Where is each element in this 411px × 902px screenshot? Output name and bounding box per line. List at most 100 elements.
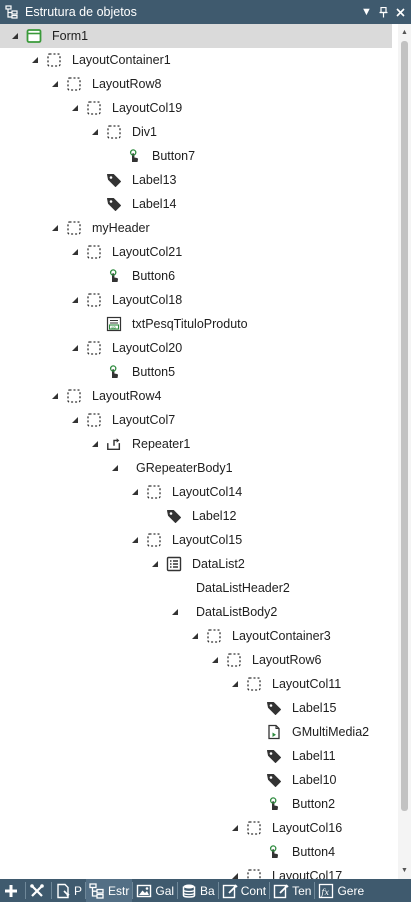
tree-node-label: GMultiMedia2 [292,725,370,739]
layout-icon [146,532,162,548]
expand-collapse-icon[interactable] [150,559,160,569]
tree-node[interactable]: Button2 [0,792,398,816]
tree-node-label: LayoutCol18 [112,293,183,307]
scroll-down-icon[interactable]: ▼ [398,864,411,876]
tree-node[interactable]: LayoutCol17 [0,864,398,879]
close-icon[interactable] [392,3,409,21]
svg-text:fx: fx [321,888,330,898]
tree-node[interactable]: myHeader [0,216,398,240]
expand-collapse-icon[interactable] [210,655,220,665]
toolbar-tab-templates[interactable]: Ten [270,879,314,902]
database-icon [181,883,197,899]
tree-node-label: LayoutRow8 [92,77,162,91]
expand-collapse-icon[interactable] [230,823,240,833]
expand-collapse-icon[interactable] [70,295,80,305]
dropdown-icon[interactable]: ▼ [358,3,375,21]
form-icon [26,28,42,44]
tree-node[interactable]: Div1 [0,120,398,144]
expand-collapse-icon[interactable] [70,415,80,425]
expand-collapse-icon[interactable] [170,607,180,617]
tree-node[interactable]: Label12 [0,504,398,528]
expand-collapse-icon[interactable] [90,127,100,137]
tree-node-label: DataList2 [192,557,245,571]
tree-node[interactable]: LayoutRow8 [0,72,398,96]
expand-collapse-icon[interactable] [50,391,60,401]
tree-node-label: GRepeaterBody1 [136,461,233,475]
expand-collapse-icon[interactable] [230,871,240,879]
tree-node-label: myHeader [92,221,150,235]
expand-collapse-icon[interactable] [70,103,80,113]
object-structure-tree[interactable]: Form1 LayoutContainer1 LayoutRow8 LayoutCol… [0,24,398,879]
tree-node[interactable]: LayoutCol14 [0,480,398,504]
toolbar-tab-label: Ba [200,883,215,898]
toolbar-tab-controls[interactable]: Cont [219,879,269,902]
layout-icon [46,52,62,68]
tree-node-label: Label14 [132,197,177,211]
expand-collapse-icon[interactable] [190,631,200,641]
tree-node[interactable]: Repeater1 [0,432,398,456]
tree-node[interactable]: LayoutCol11 [0,672,398,696]
tree-node[interactable]: Label14 [0,192,398,216]
tree-node-label: DataListBody2 [196,605,278,619]
expand-collapse-icon[interactable] [130,535,140,545]
tree-node-label: Button7 [152,149,196,163]
tree-node-label: Label11 [292,749,336,763]
expand-collapse-icon[interactable] [50,223,60,233]
tree-node[interactable]: Label10 [0,768,398,792]
toolbar-tab-add[interactable] [0,879,25,902]
tree-node[interactable]: ab txtPesqTituloProduto [0,312,398,336]
tree-node-label: txtPesqTituloProduto [132,317,248,331]
tree-node[interactable]: Form1 [0,24,392,48]
pin-icon[interactable] [375,3,392,21]
tree-node[interactable]: LayoutCol20 [0,336,398,360]
tree-node[interactable]: Label13 [0,168,398,192]
tree-node-label: Button5 [132,365,176,379]
toolbar-tab-database[interactable]: Ba [178,879,218,902]
tree-node[interactable]: LayoutCol16 [0,816,398,840]
tree-node[interactable]: GRepeaterBody1 [0,456,398,480]
toolbar-tab-gallery[interactable]: Gal [133,879,177,902]
tree-node-label: Button6 [132,269,176,283]
toolbar-tab-label: Cont [240,883,267,898]
tree-node[interactable]: LayoutContainer3 [0,624,398,648]
tree-node[interactable]: LayoutCol21 [0,240,398,264]
toolbar-tab-properties[interactable]: P [52,879,85,902]
expand-collapse-icon[interactable] [50,79,60,89]
expand-collapse-icon[interactable] [230,679,240,689]
tree-node[interactable]: GMultiMedia2 [0,720,398,744]
tree-node[interactable]: Label11 [0,744,398,768]
toolbar-tab-label: Gal [155,883,175,898]
expand-collapse-icon[interactable] [130,487,140,497]
toolbar-tab-structure[interactable]: Estr [86,879,133,902]
tree-node[interactable]: Button5 [0,360,398,384]
tree-node[interactable]: Button4 [0,840,398,864]
expand-collapse-icon[interactable] [70,247,80,257]
tree-node-label: Button4 [292,845,336,859]
scrollbar-thumb[interactable] [401,41,408,811]
expand-collapse-icon[interactable] [110,463,120,473]
tree-node[interactable]: LayoutRow4 [0,384,398,408]
tree-node[interactable]: LayoutCol19 [0,96,398,120]
tree-node[interactable]: DataList2 [0,552,398,576]
tree-node[interactable]: Button7 [0,144,398,168]
expand-collapse-icon[interactable] [10,31,20,41]
label-icon [106,196,122,212]
tree-node[interactable]: LayoutRow6 [0,648,398,672]
toolbar-tab-functions[interactable]: fx Gere [315,879,367,902]
tree-node[interactable]: LayoutCol18 [0,288,398,312]
tree-node[interactable]: LayoutCol15 [0,528,398,552]
scroll-up-icon[interactable]: ▲ [398,26,411,38]
tree-node[interactable]: DataListBody2 [0,600,398,624]
vertical-scrollbar[interactable]: ▲ ▼ [398,24,411,879]
expand-collapse-icon[interactable] [90,439,100,449]
expand-collapse-icon[interactable] [70,343,80,353]
tree-node[interactable]: Button6 [0,264,398,288]
expand-collapse-icon[interactable] [30,55,40,65]
tree-node[interactable]: LayoutCol7 [0,408,398,432]
tree-node[interactable]: DataListHeader2 [0,576,398,600]
tree-node[interactable]: LayoutContainer1 [0,48,398,72]
label-icon [266,748,282,764]
tree-node-label: LayoutCol11 [272,677,342,691]
tree-node[interactable]: Label15 [0,696,398,720]
toolbar-tab-tools[interactable] [26,879,51,902]
